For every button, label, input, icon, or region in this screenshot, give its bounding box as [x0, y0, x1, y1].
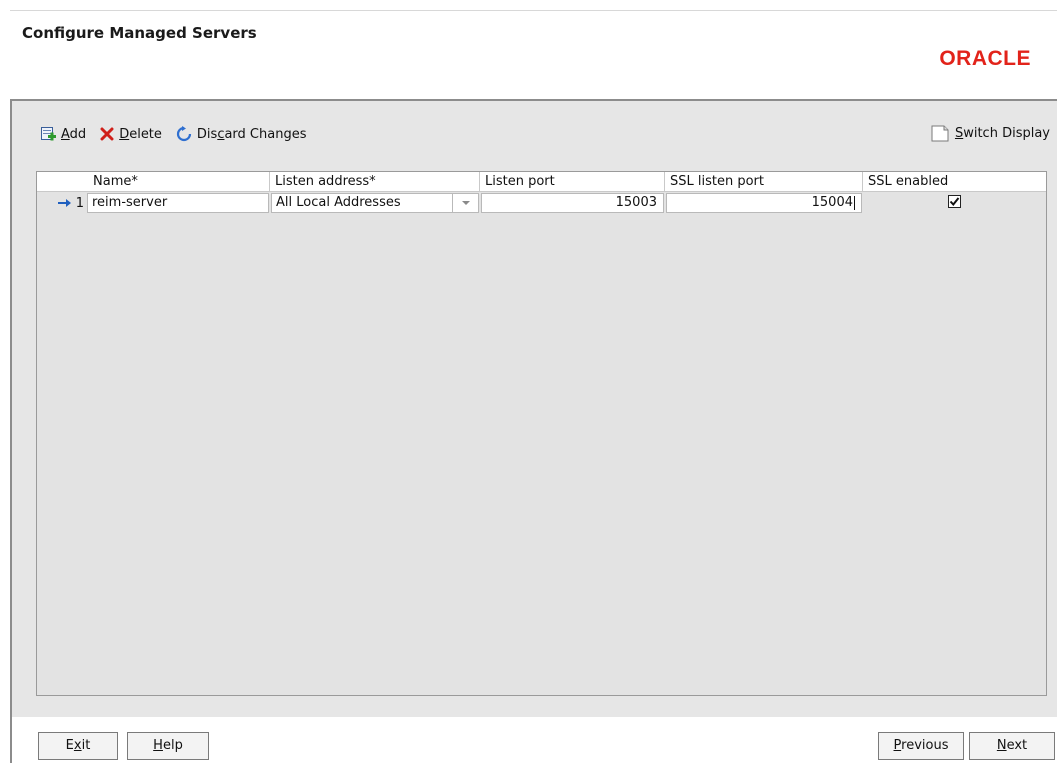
switch-display-button[interactable]: Switch Display	[930, 123, 1050, 143]
delete-button[interactable]: Delete	[100, 127, 162, 142]
column-header-ssl-enabled[interactable]: SSL enabled	[862, 172, 1046, 192]
column-header-listen-address[interactable]: Listen address*	[269, 172, 479, 192]
delete-label: Delete	[119, 126, 162, 142]
previous-button[interactable]: Previous	[878, 732, 964, 760]
main-panel: Add Delete Discard Changes Switch Displa…	[10, 99, 1057, 717]
ssl-listen-port-input[interactable]: 15004	[666, 193, 862, 213]
column-header-listen-port[interactable]: Listen port	[479, 172, 664, 192]
table-header: Name* Listen address* Listen port SSL li…	[37, 172, 1046, 192]
listen-address-dropdown[interactable]: All Local Addresses	[271, 193, 479, 213]
row-number: 1	[75, 195, 84, 211]
managed-servers-table: Name* Listen address* Listen port SSL li…	[36, 171, 1047, 696]
next-button[interactable]: Next	[969, 732, 1055, 760]
add-button[interactable]: Add	[40, 126, 86, 142]
help-button[interactable]: Help	[127, 732, 209, 760]
exit-button[interactable]: Exit	[38, 732, 118, 760]
footer-bar: Exit Help Previous Next	[10, 717, 1057, 763]
listen-port-cell[interactable]: 15003	[481, 193, 664, 213]
ssl-enabled-checkbox[interactable]	[948, 195, 961, 208]
discard-label: Discard Changes	[196, 126, 307, 142]
listen-address-value: All Local Addresses	[276, 195, 401, 210]
table-row[interactable]: 1 reim-server All Local Addresses 15003 …	[37, 192, 1046, 214]
delete-icon	[100, 127, 114, 141]
page-title: Configure Managed Servers	[22, 24, 257, 42]
dropdown-arrow-icon[interactable]	[452, 194, 478, 212]
column-header-ssl-listen-port[interactable]: SSL listen port	[664, 172, 862, 192]
switch-display-label: Switch Display	[954, 125, 1050, 141]
switch-display-icon	[931, 125, 949, 142]
name-cell[interactable]: reim-server	[87, 193, 269, 213]
add-icon	[41, 127, 56, 141]
text-cursor	[854, 195, 855, 210]
toolbar: Add Delete Discard Changes Switch Displa…	[40, 123, 1050, 145]
add-label: Add	[61, 126, 87, 142]
page-header: Configure Managed Servers ORACLE	[10, 11, 1057, 99]
row-header[interactable]: 1	[37, 192, 87, 214]
ssl-listen-port-value: 15004	[811, 195, 853, 210]
discard-changes-button[interactable]: Discard Changes	[176, 126, 307, 142]
column-header-name[interactable]: Name*	[87, 172, 269, 192]
current-row-arrow-icon	[57, 199, 71, 207]
discard-icon	[176, 126, 192, 142]
oracle-logo: ORACLE	[939, 47, 1031, 70]
checkbox-checked-icon	[949, 197, 960, 207]
